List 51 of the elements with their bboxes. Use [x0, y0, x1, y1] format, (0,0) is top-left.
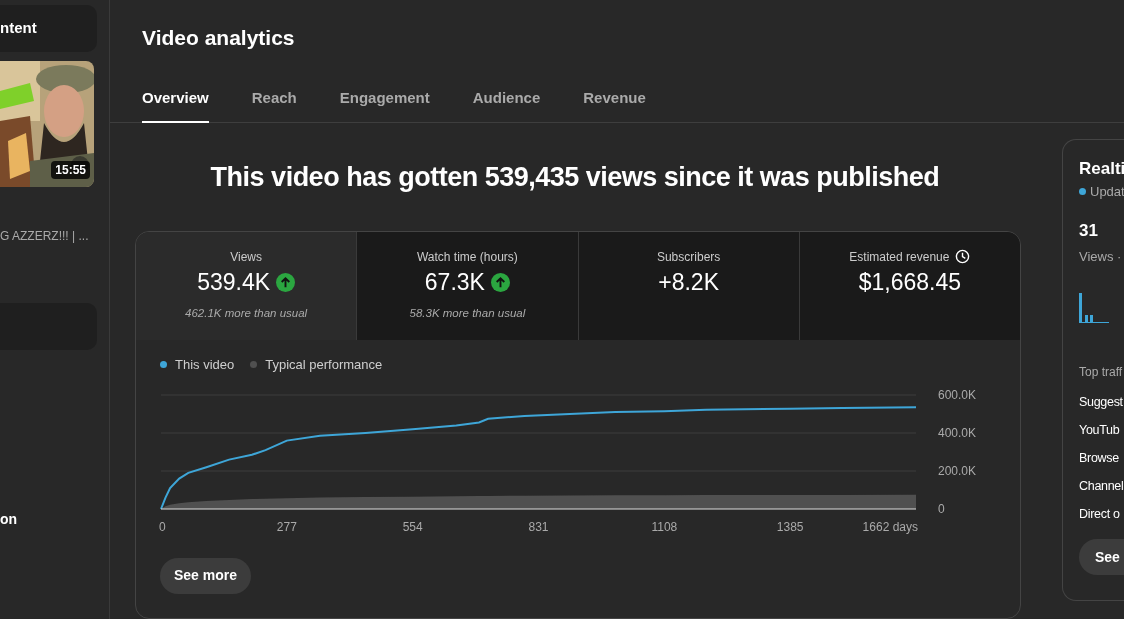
traffic-source: Direct o [1079, 506, 1121, 523]
tab[interactable]: Overview [142, 75, 209, 123]
sidebar-header: ntent [0, 18, 37, 39]
legend-label: This video [175, 356, 235, 374]
metric-tile[interactable]: Estimated revenue $1,668.45 [798, 231, 1020, 340]
traffic-source: Suggest [1079, 394, 1124, 411]
traffic-source: Channel [1079, 478, 1124, 495]
y-tick-label: 400.0K [938, 425, 977, 440]
nav-item[interactable]: on [0, 509, 109, 530]
tab[interactable]: Revenue [583, 75, 646, 123]
see-more-button[interactable]: See [1079, 539, 1124, 575]
headline: This video has gotten 539,435 views since it was published [210, 160, 940, 194]
realtime-status: Updat [1090, 182, 1124, 201]
x-tick-label: 0 [159, 519, 166, 534]
realtime-value: 31 [1079, 220, 1099, 242]
tab[interactable]: Engagement [339, 75, 430, 123]
metric-label: Subscribers [656, 248, 721, 266]
y-tick-label: 200.0K [938, 463, 977, 478]
duration-badge: 15:55 [51, 161, 90, 179]
realtime-caption: Views · [1079, 247, 1123, 266]
x-tick-label: 1662 days [862, 519, 918, 534]
y-tick-label: 600.0K [938, 387, 977, 402]
metric-value: $1,668.45 [858, 268, 962, 298]
metric-value: +8.2K [658, 268, 719, 298]
tab[interactable]: Audience [472, 75, 541, 123]
metric-label: Views [230, 248, 262, 266]
metric-note: 58.3K more than usual [409, 305, 526, 321]
x-tick-label: 1385 [776, 519, 804, 534]
sparkline-bars [1079, 293, 1109, 323]
x-tick-label: 831 [528, 519, 549, 534]
section-label: Top traff [1079, 364, 1124, 381]
clock-icon [955, 249, 971, 265]
page-title: Video analytics [142, 24, 295, 51]
tab[interactable]: Reach [251, 75, 297, 123]
y-tick-label: 0 [938, 501, 945, 516]
legend-label: Typical performance [265, 356, 383, 374]
metric-label: Watch time (hours) [416, 248, 518, 266]
x-tick-label: 554 [402, 519, 423, 534]
x-tick-label: 277 [276, 519, 297, 534]
metric-value: 539.4K [197, 268, 271, 298]
metric-label: Estimated revenue [849, 248, 950, 266]
see-more-button[interactable]: See more [160, 557, 251, 594]
metric-tile[interactable]: Watch time (hours) 67.3K 58.3K more than usual [356, 231, 578, 340]
metric-value: 67.3K [424, 268, 485, 298]
traffic-source: YouTub [1079, 422, 1121, 439]
video-title: G AZZERZ!!! | ... [0, 228, 90, 245]
traffic-source: Browse [1079, 450, 1120, 467]
x-tick-label: 1108 [651, 519, 678, 534]
metric-tile[interactable]: Subscribers +8.2K [577, 231, 799, 340]
metric-note: 462.1K more than usual [185, 305, 308, 321]
realtime-title: Realti [1079, 158, 1124, 180]
